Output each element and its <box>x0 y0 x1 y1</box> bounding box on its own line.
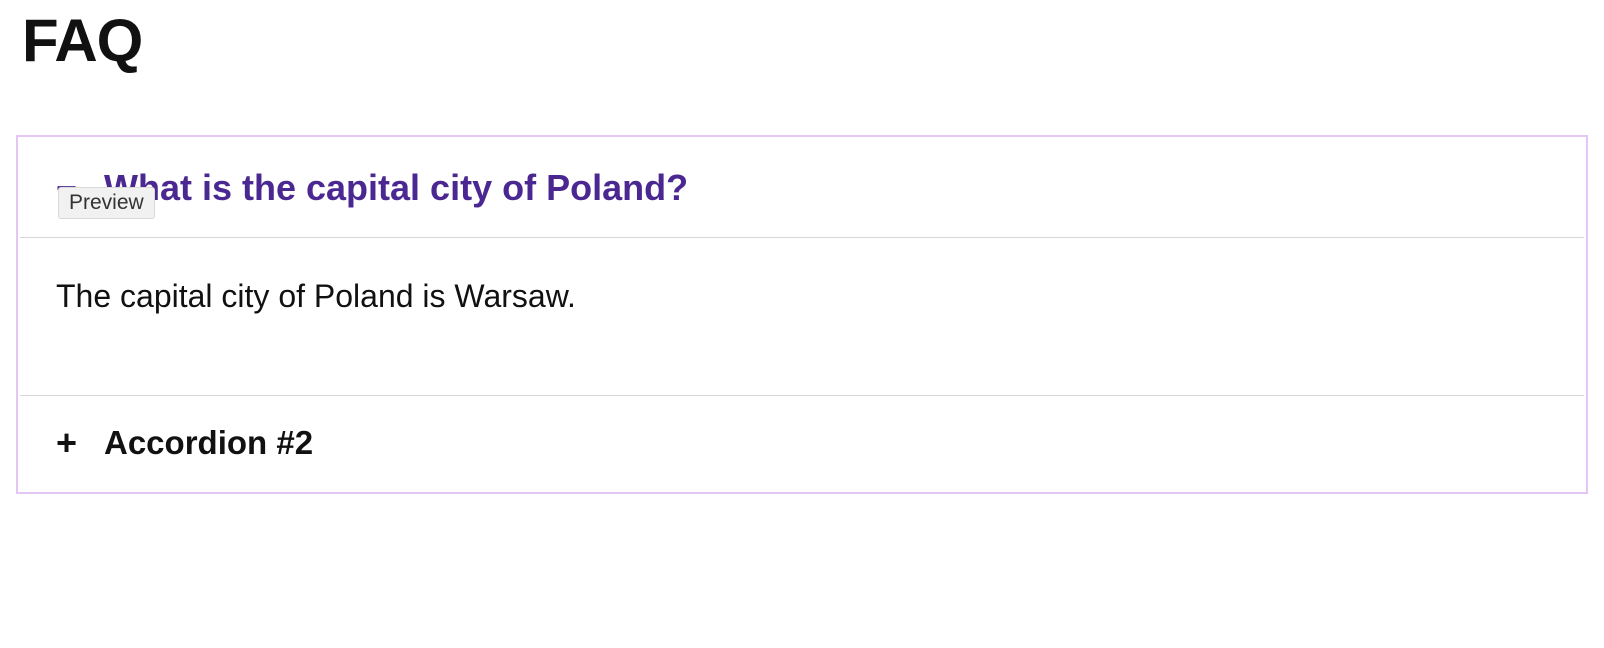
accordion-header-2[interactable]: + Accordion #2 <box>20 396 1584 490</box>
preview-badge: Preview <box>58 187 155 219</box>
accordion-block: Preview − What is the capital city of Po… <box>16 135 1588 494</box>
accordion-title-1: What is the capital city of Poland? <box>104 167 688 209</box>
accordion-title-2: Accordion #2 <box>104 424 313 462</box>
accordion-item-1: − What is the capital city of Poland? Th… <box>20 139 1584 396</box>
accordion-header-1[interactable]: − What is the capital city of Poland? <box>20 139 1584 237</box>
accordion-item-2: + Accordion #2 <box>20 396 1584 490</box>
plus-icon: + <box>56 425 86 461</box>
accordion-body-1: The capital city of Poland is Warsaw. <box>20 237 1584 395</box>
page-title: FAQ <box>22 6 1588 75</box>
